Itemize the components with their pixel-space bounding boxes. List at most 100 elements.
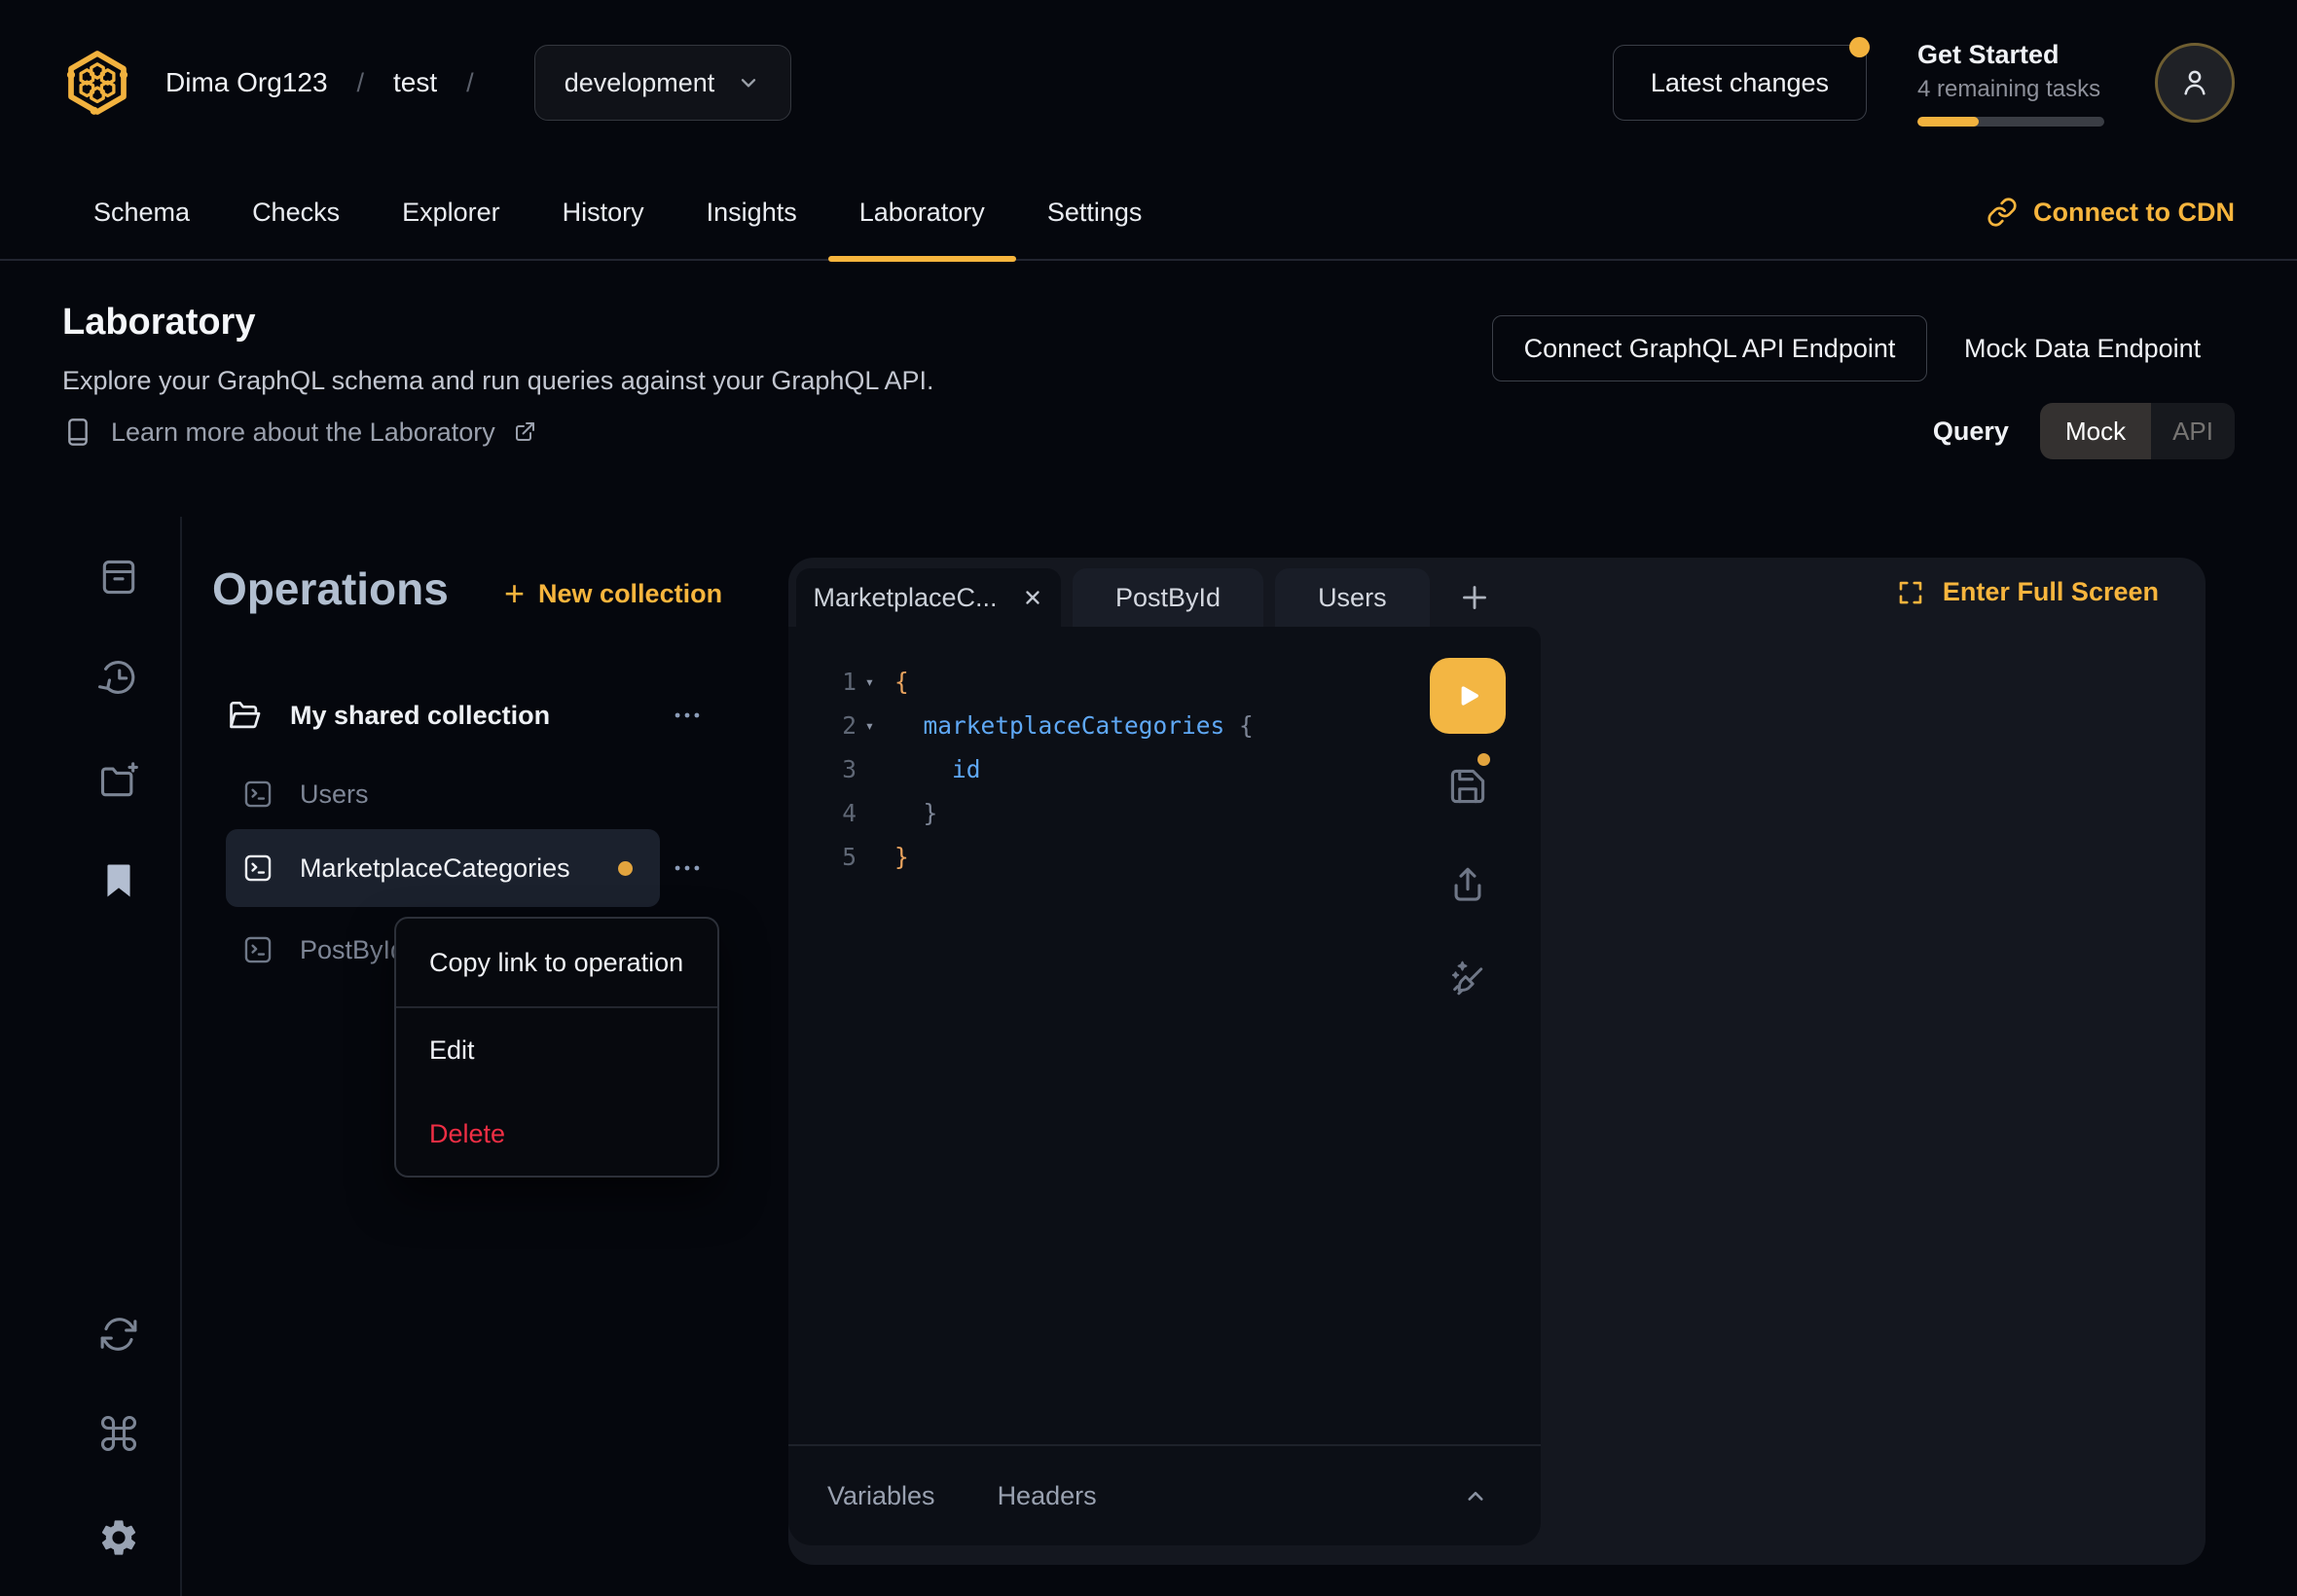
- prettify-icon[interactable]: [1446, 956, 1489, 998]
- bookmark-icon[interactable]: [95, 857, 142, 904]
- sync-icon[interactable]: [95, 1311, 142, 1358]
- code-text: }: [894, 843, 909, 871]
- query-mode-toggle[interactable]: Mock API: [2040, 403, 2235, 459]
- code-text: }: [894, 799, 937, 827]
- variant-selector-value: development: [565, 68, 715, 98]
- line-number: 3: [788, 755, 857, 783]
- keyboard-shortcuts-icon[interactable]: [95, 1410, 142, 1457]
- save-icon[interactable]: [1446, 765, 1489, 808]
- tab-explorer[interactable]: Explorer: [371, 164, 531, 260]
- learn-more-link[interactable]: Learn more about the Laboratory: [62, 417, 536, 448]
- line-number: 5: [788, 843, 857, 871]
- ellipsis-icon: [671, 852, 704, 885]
- chevron-down-icon: [736, 70, 761, 95]
- operation-item-postbyid[interactable]: PostById: [241, 923, 405, 977]
- code-text: id: [894, 755, 981, 783]
- collection-menu-button[interactable]: [660, 689, 714, 742]
- breadcrumb-separator: /: [357, 68, 365, 98]
- code-line[interactable]: 4 }: [788, 791, 1541, 835]
- operation-collections-icon[interactable]: [95, 554, 142, 600]
- book-icon: [62, 417, 93, 448]
- code-line[interactable]: 3 id: [788, 747, 1541, 791]
- breadcrumb-separator: /: [466, 68, 474, 98]
- folder-open-icon: [226, 697, 263, 734]
- run-query-button[interactable]: [1430, 658, 1506, 734]
- variant-selector[interactable]: development: [534, 45, 792, 121]
- laboratory-screen: Dima Org123 / test / development Latest …: [0, 0, 2297, 1596]
- editor-tab-label: Users: [1318, 583, 1387, 613]
- apollo-logo-icon[interactable]: [62, 48, 132, 118]
- get-started-progress-track: [1917, 117, 2104, 127]
- tab-history[interactable]: History: [531, 164, 675, 260]
- editor-tab-marketplacecategories[interactable]: MarketplaceC...: [796, 568, 1061, 627]
- get-started-subtitle: 4 remaining tasks: [1917, 76, 2104, 103]
- code-lines: 1▾{2▾ marketplaceCategories {3 id4 }5}: [788, 627, 1541, 879]
- collection-my-shared[interactable]: My shared collection: [226, 689, 550, 742]
- breadcrumb-graph[interactable]: test: [393, 67, 437, 98]
- app-header: Dima Org123 / test / development Latest …: [0, 0, 2297, 165]
- code-line[interactable]: 2▾ marketplaceCategories {: [788, 704, 1541, 747]
- fold-arrow-icon[interactable]: ▾: [857, 672, 883, 691]
- unsaved-indicator-dot: [1477, 753, 1490, 766]
- tab-schema[interactable]: Schema: [62, 164, 221, 260]
- operation-menu-button[interactable]: [660, 842, 714, 894]
- operation-icon: [241, 852, 274, 885]
- tab-checks[interactable]: Checks: [221, 164, 371, 260]
- latest-changes-button[interactable]: Latest changes: [1613, 45, 1867, 121]
- workbench-panel: MarketplaceC... PostById Users Enter Ful…: [788, 558, 2206, 1565]
- rail-divider: [180, 517, 182, 1596]
- operation-item-marketplacecategories[interactable]: MarketplaceCategories: [226, 829, 660, 907]
- toggle-option-api[interactable]: API: [2151, 403, 2235, 459]
- menu-item-edit[interactable]: Edit: [396, 1008, 717, 1092]
- connect-graphql-endpoint-button[interactable]: Connect GraphQL API Endpoint: [1492, 315, 1927, 381]
- new-collection-button[interactable]: + New collection: [504, 572, 722, 615]
- latest-changes-label: Latest changes: [1651, 68, 1829, 98]
- code-text: marketplaceCategories {: [894, 711, 1254, 740]
- operation-item-users[interactable]: Users: [241, 767, 369, 821]
- tab-settings[interactable]: Settings: [1016, 164, 1174, 260]
- editor-tab-postbyid[interactable]: PostById: [1073, 568, 1263, 627]
- get-started-title: Get Started: [1917, 40, 2104, 70]
- new-folder-icon[interactable]: [95, 757, 142, 804]
- unsaved-indicator-dot: [618, 861, 633, 876]
- code-line[interactable]: 1▾{: [788, 660, 1541, 704]
- connect-to-cdn-link[interactable]: Connect to CDN: [1987, 197, 2235, 228]
- breadcrumb: Dima Org123 / test / development: [62, 45, 791, 121]
- menu-item-copy-link[interactable]: Copy link to operation: [396, 919, 717, 1006]
- breadcrumb-org[interactable]: Dima Org123: [165, 67, 328, 98]
- settings-gear-icon[interactable]: [95, 1514, 142, 1561]
- graph-nav: Schema Checks Explorer History Insights …: [0, 165, 2297, 261]
- get-started-progress-fill: [1917, 117, 1979, 127]
- tab-laboratory[interactable]: Laboratory: [828, 164, 1016, 260]
- expand-icon: [1896, 578, 1925, 607]
- external-link-icon: [513, 420, 536, 444]
- header-actions: Latest changes Get Started 4 remaining t…: [1613, 40, 2235, 127]
- get-started-widget[interactable]: Get Started 4 remaining tasks: [1917, 40, 2104, 127]
- toggle-option-mock[interactable]: Mock: [2040, 403, 2151, 459]
- menu-item-delete[interactable]: Delete: [396, 1092, 717, 1176]
- enter-full-screen-button[interactable]: Enter Full Screen: [1896, 558, 2159, 627]
- mock-data-endpoint-button[interactable]: Mock Data Endpoint: [1964, 315, 2201, 381]
- query-editor[interactable]: 1▾{2▾ marketplaceCategories {3 id4 }5}: [788, 627, 1541, 1545]
- new-tab-plus-icon[interactable]: [1457, 580, 1492, 615]
- operation-icon: [241, 933, 274, 966]
- tab-insights[interactable]: Insights: [675, 164, 828, 260]
- link-icon: [1987, 197, 2018, 228]
- editor-tab-label: MarketplaceC...: [813, 583, 997, 613]
- query-label: Query: [1933, 417, 2009, 447]
- code-line[interactable]: 5}: [788, 835, 1541, 879]
- operation-label: PostById: [300, 935, 405, 965]
- editor-tab-label: PostById: [1115, 583, 1221, 613]
- share-icon[interactable]: [1446, 863, 1489, 906]
- learn-more-label: Learn more about the Laboratory: [111, 417, 495, 448]
- chevron-up-icon[interactable]: [1461, 1481, 1490, 1510]
- fold-arrow-icon[interactable]: ▾: [857, 716, 883, 735]
- editor-tab-users[interactable]: Users: [1275, 568, 1430, 627]
- operation-icon: [241, 778, 274, 811]
- enter-full-screen-label: Enter Full Screen: [1943, 577, 2159, 607]
- user-avatar[interactable]: [2155, 43, 2235, 123]
- headers-tab[interactable]: Headers: [998, 1481, 1097, 1511]
- run-history-icon[interactable]: [95, 654, 142, 701]
- notification-dot: [1849, 37, 1870, 57]
- variables-tab[interactable]: Variables: [827, 1481, 935, 1511]
